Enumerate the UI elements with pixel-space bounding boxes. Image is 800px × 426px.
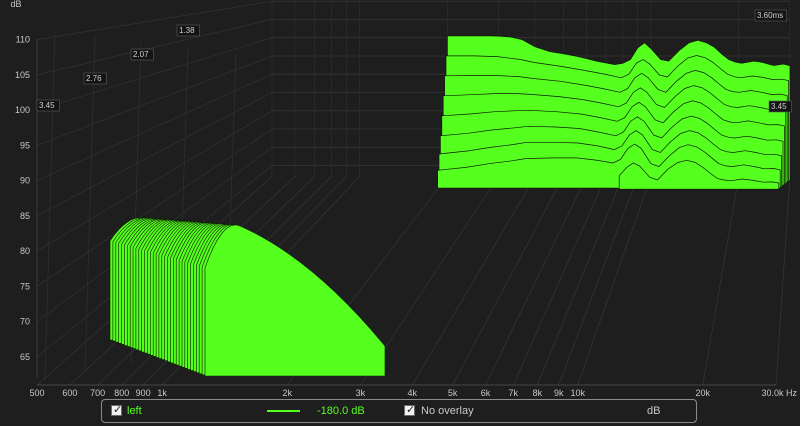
left-channel-checkbox[interactable] [111,403,122,416]
x-tick-label: 2k [282,388,292,398]
x-tick-label: 500 [29,388,44,398]
y-tick-label: 90 [20,176,30,186]
time-label: 2.76 [83,72,107,85]
time-label: 3.45 [36,99,60,112]
x-tick-label: 1k [157,388,167,398]
x-tick-label: 5k [448,388,458,398]
time-label: 2.07 [130,48,154,61]
x-tick-label: 4k [408,388,418,398]
left-channel-label: left [127,405,142,417]
x-tick-label: 20k [696,388,711,398]
legend-value: -180.0 dB [317,405,365,417]
time-label-text: 1.38 [179,26,195,35]
waterfall-chart: 65 70 75 80 85 90 95 100 105 110 500 600 700 800 900 1… [0,0,800,426]
overlay-checkbox[interactable] [404,403,415,416]
y-tick-label: 105 [15,70,30,80]
time-label-text: 3.45 [771,102,787,111]
x-tick-label: 7k [509,388,519,398]
time-label: 3.45 [768,100,792,113]
y-tick-label: 110 [16,35,30,45]
x-tick-label: 6k [481,388,491,398]
overlay-label: No overlay [421,405,474,417]
y-tick-label: 80 [20,246,30,256]
time-label: 3.60ms [754,9,787,22]
y-tick-label: 75 [20,281,30,291]
time-label-text: 3.60ms [757,11,783,20]
x-tick-label: 30.0k Hz [761,388,797,398]
time-label-text: 2.07 [133,50,149,59]
legend-bar: left -180.0 dB No overlay dB [101,399,697,423]
y-tick-label: 65 [20,352,30,362]
y-tick-label: 85 [20,211,30,221]
x-tick-label: 10k [570,388,585,398]
time-label: 1.38 [176,24,200,37]
y-tick-label: 100 [15,105,30,115]
x-tick-label: 3k [356,388,366,398]
legend-line-swatch [267,410,300,412]
legend-unit: dB [647,405,661,417]
time-label-text: 2.76 [86,74,102,83]
x-tick-label: 900 [136,388,151,398]
y-tick-label: 95 [20,140,30,150]
time-label-text: 3.45 [39,101,55,110]
x-tick-label: 9k [554,388,564,398]
x-tick-label: 600 [62,388,77,398]
x-tick-label: 8k [533,388,543,398]
x-tick-label: 800 [114,388,129,398]
y-tick-label: 70 [20,317,30,327]
y-axis-unit-label: dB [10,0,21,9]
x-tick-label: 700 [90,388,105,398]
